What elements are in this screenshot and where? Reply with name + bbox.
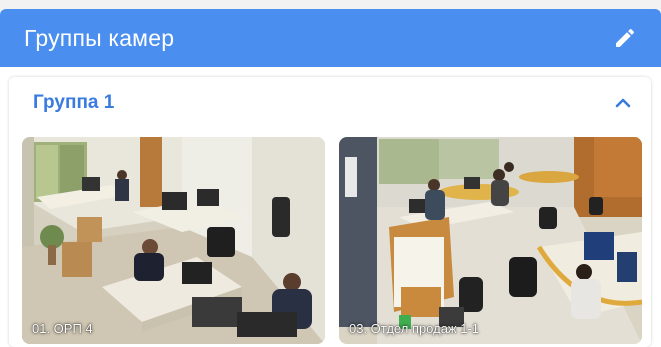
panel-header: Группы камер (0, 9, 661, 67)
camera-preview-image (339, 137, 642, 344)
edit-button[interactable] (611, 24, 639, 52)
group-title: Группа 1 (33, 92, 115, 113)
group-header[interactable]: Группа 1 (9, 77, 651, 129)
camera-label: 01. ОРП 4 (32, 321, 93, 336)
pencil-icon (616, 28, 635, 47)
collapse-toggle[interactable] (613, 93, 633, 113)
camera-tile-2[interactable]: 03. Отдел продаж 1-1 (339, 137, 642, 344)
camera-label: 03. Отдел продаж 1-1 (349, 321, 480, 336)
camera-tile-1[interactable]: 01. ОРП 4 (22, 137, 325, 344)
camera-groups-panel: Группы камер Группа 1 01. ОРП 4 03. Отде… (0, 9, 661, 347)
camera-group-card: Группа 1 01. ОРП 4 03. Отдел продаж 1-1 (9, 77, 651, 347)
camera-preview-image (22, 137, 325, 344)
chevron-up-icon (615, 98, 631, 108)
panel-title: Группы камер (24, 24, 175, 51)
